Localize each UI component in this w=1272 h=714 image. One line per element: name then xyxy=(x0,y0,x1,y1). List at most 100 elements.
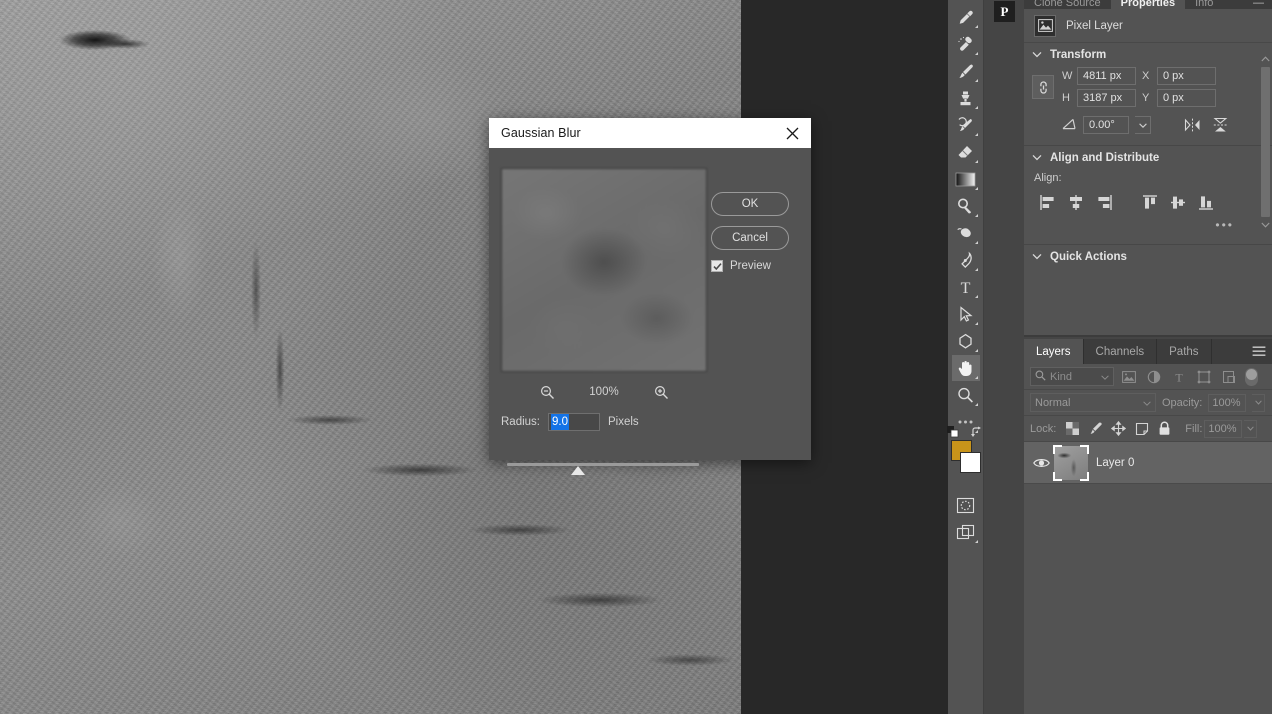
filter-pixel-icon[interactable] xyxy=(1118,367,1139,387)
tab-layers[interactable]: Layers xyxy=(1024,339,1084,364)
filter-type-icon[interactable]: T xyxy=(1168,367,1189,387)
x-label: X xyxy=(1142,70,1150,82)
fill-dropdown-icon[interactable] xyxy=(1244,419,1258,438)
tools-panel: T xyxy=(946,0,984,714)
lock-transparent-pixels-icon[interactable] xyxy=(1062,419,1083,439)
filter-shape-icon[interactable] xyxy=(1193,367,1214,387)
lock-position-icon[interactable] xyxy=(1108,419,1129,439)
preview-checkbox-row[interactable]: Preview xyxy=(711,260,801,272)
eraser-tool[interactable] xyxy=(952,139,980,165)
tab-clone-source[interactable]: Clone Source xyxy=(1024,0,1111,9)
opacity-label: Opacity: xyxy=(1162,396,1203,409)
blend-mode-select[interactable]: Normal xyxy=(1030,393,1156,412)
align-label: Align: xyxy=(1034,172,1062,184)
angle-icon xyxy=(1062,118,1077,133)
x-field[interactable]: 0 px xyxy=(1157,67,1216,85)
default-colors-icon[interactable] xyxy=(946,426,959,438)
blend-mode-value: Normal xyxy=(1035,396,1071,409)
quick-mask-icon[interactable] xyxy=(952,492,980,518)
hand-tool[interactable] xyxy=(951,355,980,381)
close-icon[interactable] xyxy=(775,118,809,148)
align-top-edges-icon[interactable] xyxy=(1136,190,1164,214)
background-color-swatch[interactable] xyxy=(959,452,981,473)
y-field[interactable]: 0 px xyxy=(1157,89,1216,107)
eyedropper-tool[interactable] xyxy=(952,4,980,30)
color-swatches[interactable] xyxy=(946,426,981,474)
radius-label: Radius: xyxy=(501,416,540,428)
height-field[interactable]: 3187 px xyxy=(1077,89,1136,107)
tab-info[interactable]: Info xyxy=(1185,0,1224,9)
brush-tool[interactable] xyxy=(952,58,980,84)
dodge-tool[interactable] xyxy=(952,193,980,219)
filter-smart-object-icon[interactable] xyxy=(1218,367,1239,387)
ok-button[interactable]: OK xyxy=(711,192,789,216)
swap-colors-icon[interactable] xyxy=(970,426,983,438)
kind-label: Kind xyxy=(1050,370,1073,383)
lock-image-pixels-icon[interactable] xyxy=(1085,419,1106,439)
radius-input[interactable]: 9.0 xyxy=(548,413,600,431)
lock-artboard-nesting-icon[interactable] xyxy=(1131,419,1152,439)
opacity-dropdown-icon[interactable] xyxy=(1252,393,1266,412)
align-section-header[interactable]: Align and Distribute xyxy=(1024,146,1272,168)
gradient-tool[interactable] xyxy=(952,166,980,192)
path-selection-tool[interactable] xyxy=(952,301,980,327)
layer-visibility-icon[interactable] xyxy=(1030,457,1052,469)
radius-slider-thumb[interactable] xyxy=(571,466,585,475)
align-horizontal-centers-icon[interactable] xyxy=(1062,190,1090,214)
width-field[interactable]: 4811 px xyxy=(1077,67,1136,85)
properties-tab-bar: Clone Source Properties Info — xyxy=(1024,0,1272,9)
align-buttons xyxy=(1034,190,1262,214)
scrollbar-thumb[interactable] xyxy=(1261,67,1270,217)
type-tool[interactable]: T xyxy=(952,274,980,300)
kind-filter-select[interactable]: Kind xyxy=(1030,367,1114,386)
preview-checkbox[interactable] xyxy=(711,260,723,272)
dialog-buttons: OK Cancel Preview xyxy=(711,192,801,272)
spot-healing-brush-tool[interactable] xyxy=(952,31,980,57)
table-row[interactable]: Layer 0 xyxy=(1024,442,1272,484)
filter-adjustment-icon[interactable] xyxy=(1143,367,1164,387)
layer-thumbnail xyxy=(1053,444,1089,481)
flip-vertical-icon[interactable] xyxy=(1209,115,1231,135)
dialog-body: 100% Radius: 9.0 Pixels OK Cancel Previe… xyxy=(489,148,811,475)
properties-scrollbar[interactable] xyxy=(1261,53,1270,317)
screen-mode-icon[interactable] xyxy=(952,519,980,545)
radius-slider-track[interactable] xyxy=(507,463,699,466)
align-right-edges-icon[interactable] xyxy=(1090,190,1118,214)
tab-properties[interactable]: Properties xyxy=(1110,0,1186,9)
lock-all-icon[interactable] xyxy=(1154,419,1175,439)
svg-text:T: T xyxy=(1175,370,1183,383)
pen-tool[interactable] xyxy=(952,247,980,273)
history-brush-tool[interactable] xyxy=(952,112,980,138)
align-vertical-centers-icon[interactable] xyxy=(1164,190,1192,214)
angle-field[interactable]: 0.00° xyxy=(1083,116,1129,134)
flip-horizontal-icon[interactable] xyxy=(1181,115,1203,135)
align-bottom-edges-icon[interactable] xyxy=(1192,190,1220,214)
transform-section-header[interactable]: Transform xyxy=(1024,43,1272,65)
opacity-field[interactable]: 100% xyxy=(1208,393,1247,412)
blur-preview-thumbnail[interactable] xyxy=(501,168,707,372)
chevron-down-icon xyxy=(1032,251,1042,263)
tab-paths[interactable]: Paths xyxy=(1157,339,1212,364)
angle-dropdown-icon[interactable] xyxy=(1135,116,1151,134)
scroll-down-icon[interactable] xyxy=(1261,219,1270,231)
align-more-button[interactable]: ••• xyxy=(1034,218,1262,232)
panel-menu-icon[interactable] xyxy=(1246,339,1272,364)
clone-stamp-tool[interactable] xyxy=(952,85,980,111)
dialog-titlebar[interactable]: Gaussian Blur xyxy=(489,118,811,148)
link-aspect-ratio-icon[interactable] xyxy=(1032,75,1054,99)
collapse-icon[interactable]: — xyxy=(1245,0,1272,9)
filter-toggle[interactable] xyxy=(1245,367,1258,386)
quick-actions-section-header[interactable]: Quick Actions xyxy=(1024,245,1272,267)
fill-field[interactable]: 100% xyxy=(1204,419,1243,438)
polygon-shape-tool[interactable] xyxy=(952,328,980,354)
align-left-edges-icon[interactable] xyxy=(1034,190,1062,214)
scroll-up-icon[interactable] xyxy=(1261,53,1270,65)
tab-channels[interactable]: Channels xyxy=(1084,339,1158,364)
preview-label: Preview xyxy=(730,260,771,272)
zoom-out-icon[interactable] xyxy=(537,382,557,402)
zoom-in-icon[interactable] xyxy=(651,382,671,402)
cancel-button[interactable]: Cancel xyxy=(711,226,789,250)
zoom-tool[interactable] xyxy=(952,382,980,408)
blend-mode-row: Normal Opacity: 100% xyxy=(1024,390,1272,416)
blur-tool[interactable] xyxy=(952,220,980,246)
